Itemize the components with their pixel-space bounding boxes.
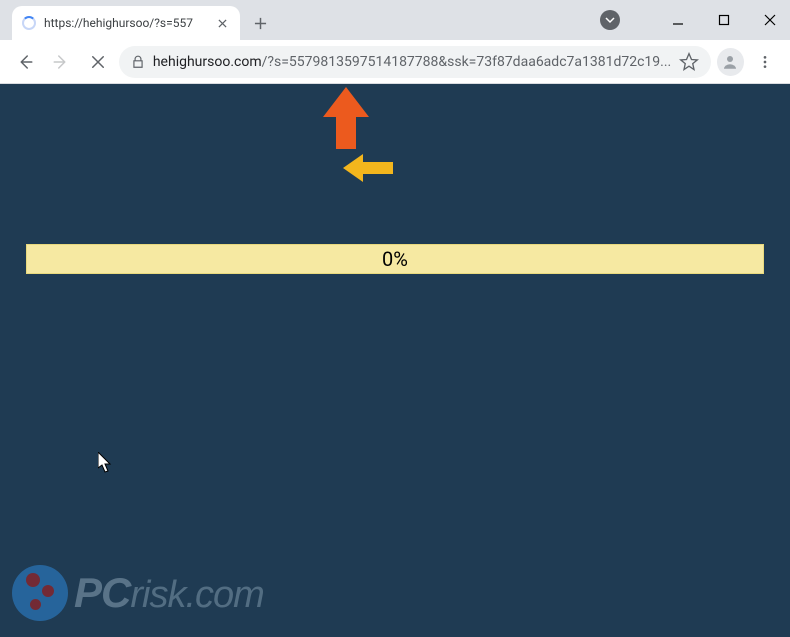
mouse-cursor-icon (98, 452, 114, 474)
url-path: /?s=5579813597514187788&ssk=73f87daa6adc… (262, 54, 672, 70)
maximize-button[interactable] (712, 8, 736, 32)
menu-button[interactable] (750, 46, 780, 78)
watermark-logo-icon (12, 565, 68, 621)
browser-toolbar: hehighursoo.com/?s=5579813597514187788&s… (0, 40, 790, 84)
browser-tab[interactable]: https://hehighursoo/?s=557 (12, 6, 240, 40)
close-icon (764, 14, 776, 26)
tab-close-button[interactable] (214, 15, 230, 31)
minimize-icon (672, 14, 684, 26)
stop-button[interactable] (83, 46, 113, 78)
loading-spinner-icon (22, 16, 36, 30)
close-icon (218, 19, 227, 28)
back-button[interactable] (10, 46, 40, 78)
kebab-icon (757, 54, 773, 70)
bookmark-button[interactable] (679, 52, 699, 72)
progress-bar: 0% (26, 244, 764, 274)
watermark-prefix: PC (74, 569, 130, 617)
stop-icon (89, 53, 107, 71)
maximize-icon (718, 14, 730, 26)
profile-button[interactable] (717, 48, 743, 76)
person-icon (721, 53, 739, 71)
tab-title: https://hehighursoo/?s=557 (44, 16, 206, 30)
window-titlebar: https://hehighursoo/?s=557 (0, 0, 790, 40)
window-close-button[interactable] (758, 8, 782, 32)
url-text: hehighursoo.com/?s=5579813597514187788&s… (153, 54, 671, 70)
plus-icon (254, 17, 267, 30)
address-bar[interactable]: hehighursoo.com/?s=5579813597514187788&s… (119, 46, 711, 78)
watermark-text: PCrisk.com (74, 569, 264, 617)
watermark-tld: .com (185, 574, 263, 617)
lock-icon (131, 55, 145, 69)
arrow-left-annotation-icon (343, 154, 393, 182)
arrow-up-annotation-icon (323, 87, 369, 149)
watermark: PCrisk.com (12, 565, 264, 621)
watermark-suffix: risk (130, 574, 185, 617)
window-controls (666, 8, 782, 32)
forward-button[interactable] (46, 46, 76, 78)
tab-search-button[interactable] (600, 10, 620, 30)
chevron-down-icon (604, 14, 616, 26)
progress-label: 0% (382, 247, 408, 271)
minimize-button[interactable] (666, 8, 690, 32)
url-domain: hehighursoo.com (153, 54, 262, 70)
page-content: 0% PCrisk.com (0, 84, 790, 637)
arrow-right-icon (52, 53, 70, 71)
arrow-left-icon (16, 53, 34, 71)
new-tab-button[interactable] (246, 9, 274, 37)
